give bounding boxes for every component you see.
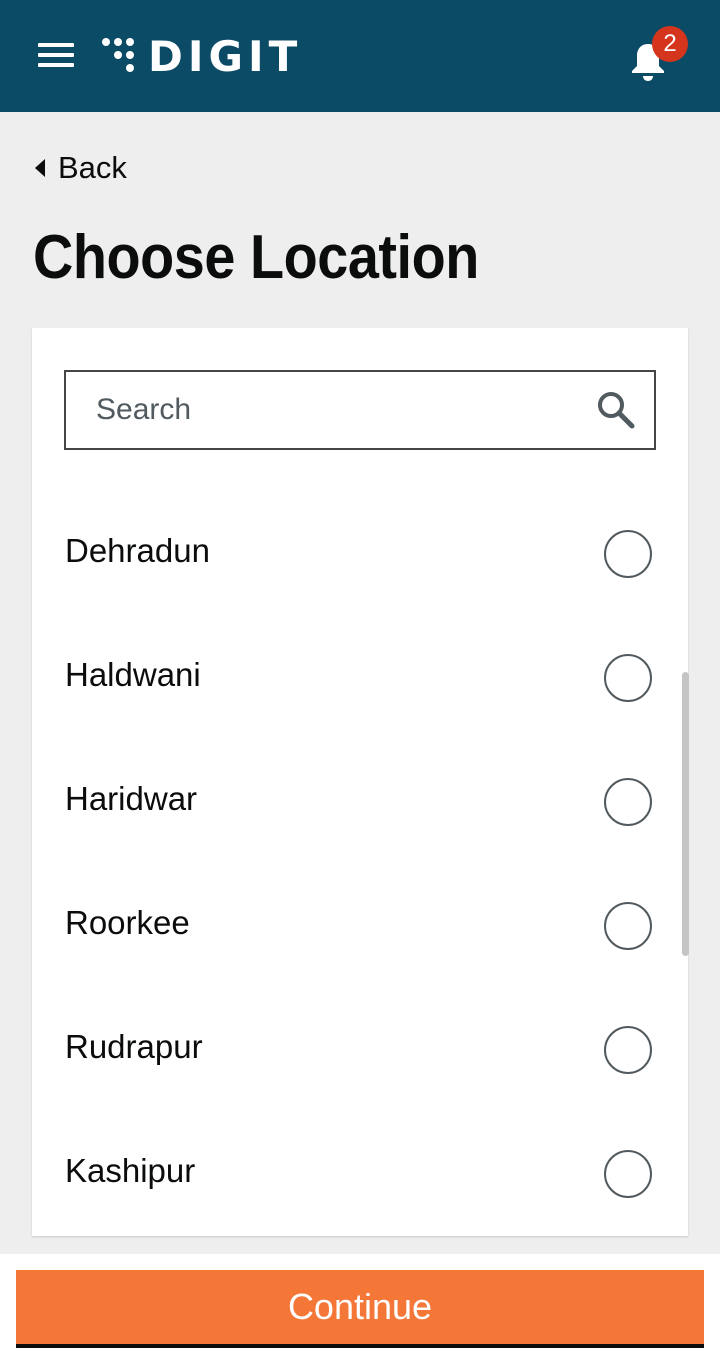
- location-card: Dehradun Haldwani Haridwar Roorkee Rudra…: [32, 328, 688, 1236]
- location-option-haldwani[interactable]: Haldwani: [32, 616, 688, 740]
- radio-unchecked-icon[interactable]: [604, 902, 652, 950]
- search-box: [64, 370, 656, 450]
- back-label: Back: [58, 150, 127, 185]
- location-label: Rudrapur: [65, 1028, 203, 1065]
- radio-unchecked-icon[interactable]: [604, 1026, 652, 1074]
- back-link[interactable]: Back: [34, 148, 127, 188]
- location-label: Haridwar: [65, 780, 198, 817]
- menu-icon[interactable]: [38, 43, 74, 69]
- location-option-haridwar[interactable]: Haridwar: [32, 740, 688, 864]
- radio-unchecked-icon[interactable]: [604, 530, 652, 578]
- digit-logo-icon: [102, 38, 134, 72]
- location-label: Dehradun: [65, 532, 210, 569]
- logo-text: DIGIT: [148, 31, 303, 81]
- location-option-dehradun[interactable]: Dehradun: [32, 492, 688, 616]
- location-option-roorkee[interactable]: Roorkee: [32, 864, 688, 988]
- search-icon[interactable]: [596, 390, 636, 430]
- radio-unchecked-icon[interactable]: [604, 654, 652, 702]
- search-input[interactable]: [66, 372, 576, 448]
- location-list: Dehradun Haldwani Haridwar Roorkee Rudra…: [32, 492, 688, 1236]
- app-logo: DIGIT: [102, 31, 303, 81]
- top-app-bar: DIGIT 2: [0, 0, 720, 112]
- location-label: Haldwani: [65, 656, 201, 693]
- notification-badge: 2: [652, 26, 688, 62]
- continue-button[interactable]: Continue: [16, 1270, 704, 1348]
- location-option-rudrapur[interactable]: Rudrapur: [32, 988, 688, 1112]
- page-title: Choose Location: [33, 223, 479, 292]
- chevron-left-icon: [35, 159, 45, 177]
- location-option-kashipur[interactable]: Kashipur: [32, 1112, 688, 1236]
- list-scrollbar[interactable]: [682, 672, 689, 956]
- location-label: Roorkee: [65, 904, 190, 941]
- radio-unchecked-icon[interactable]: [604, 778, 652, 826]
- radio-unchecked-icon[interactable]: [604, 1150, 652, 1198]
- location-label: Kashipur: [65, 1152, 196, 1189]
- action-bar: Continue: [0, 1254, 720, 1366]
